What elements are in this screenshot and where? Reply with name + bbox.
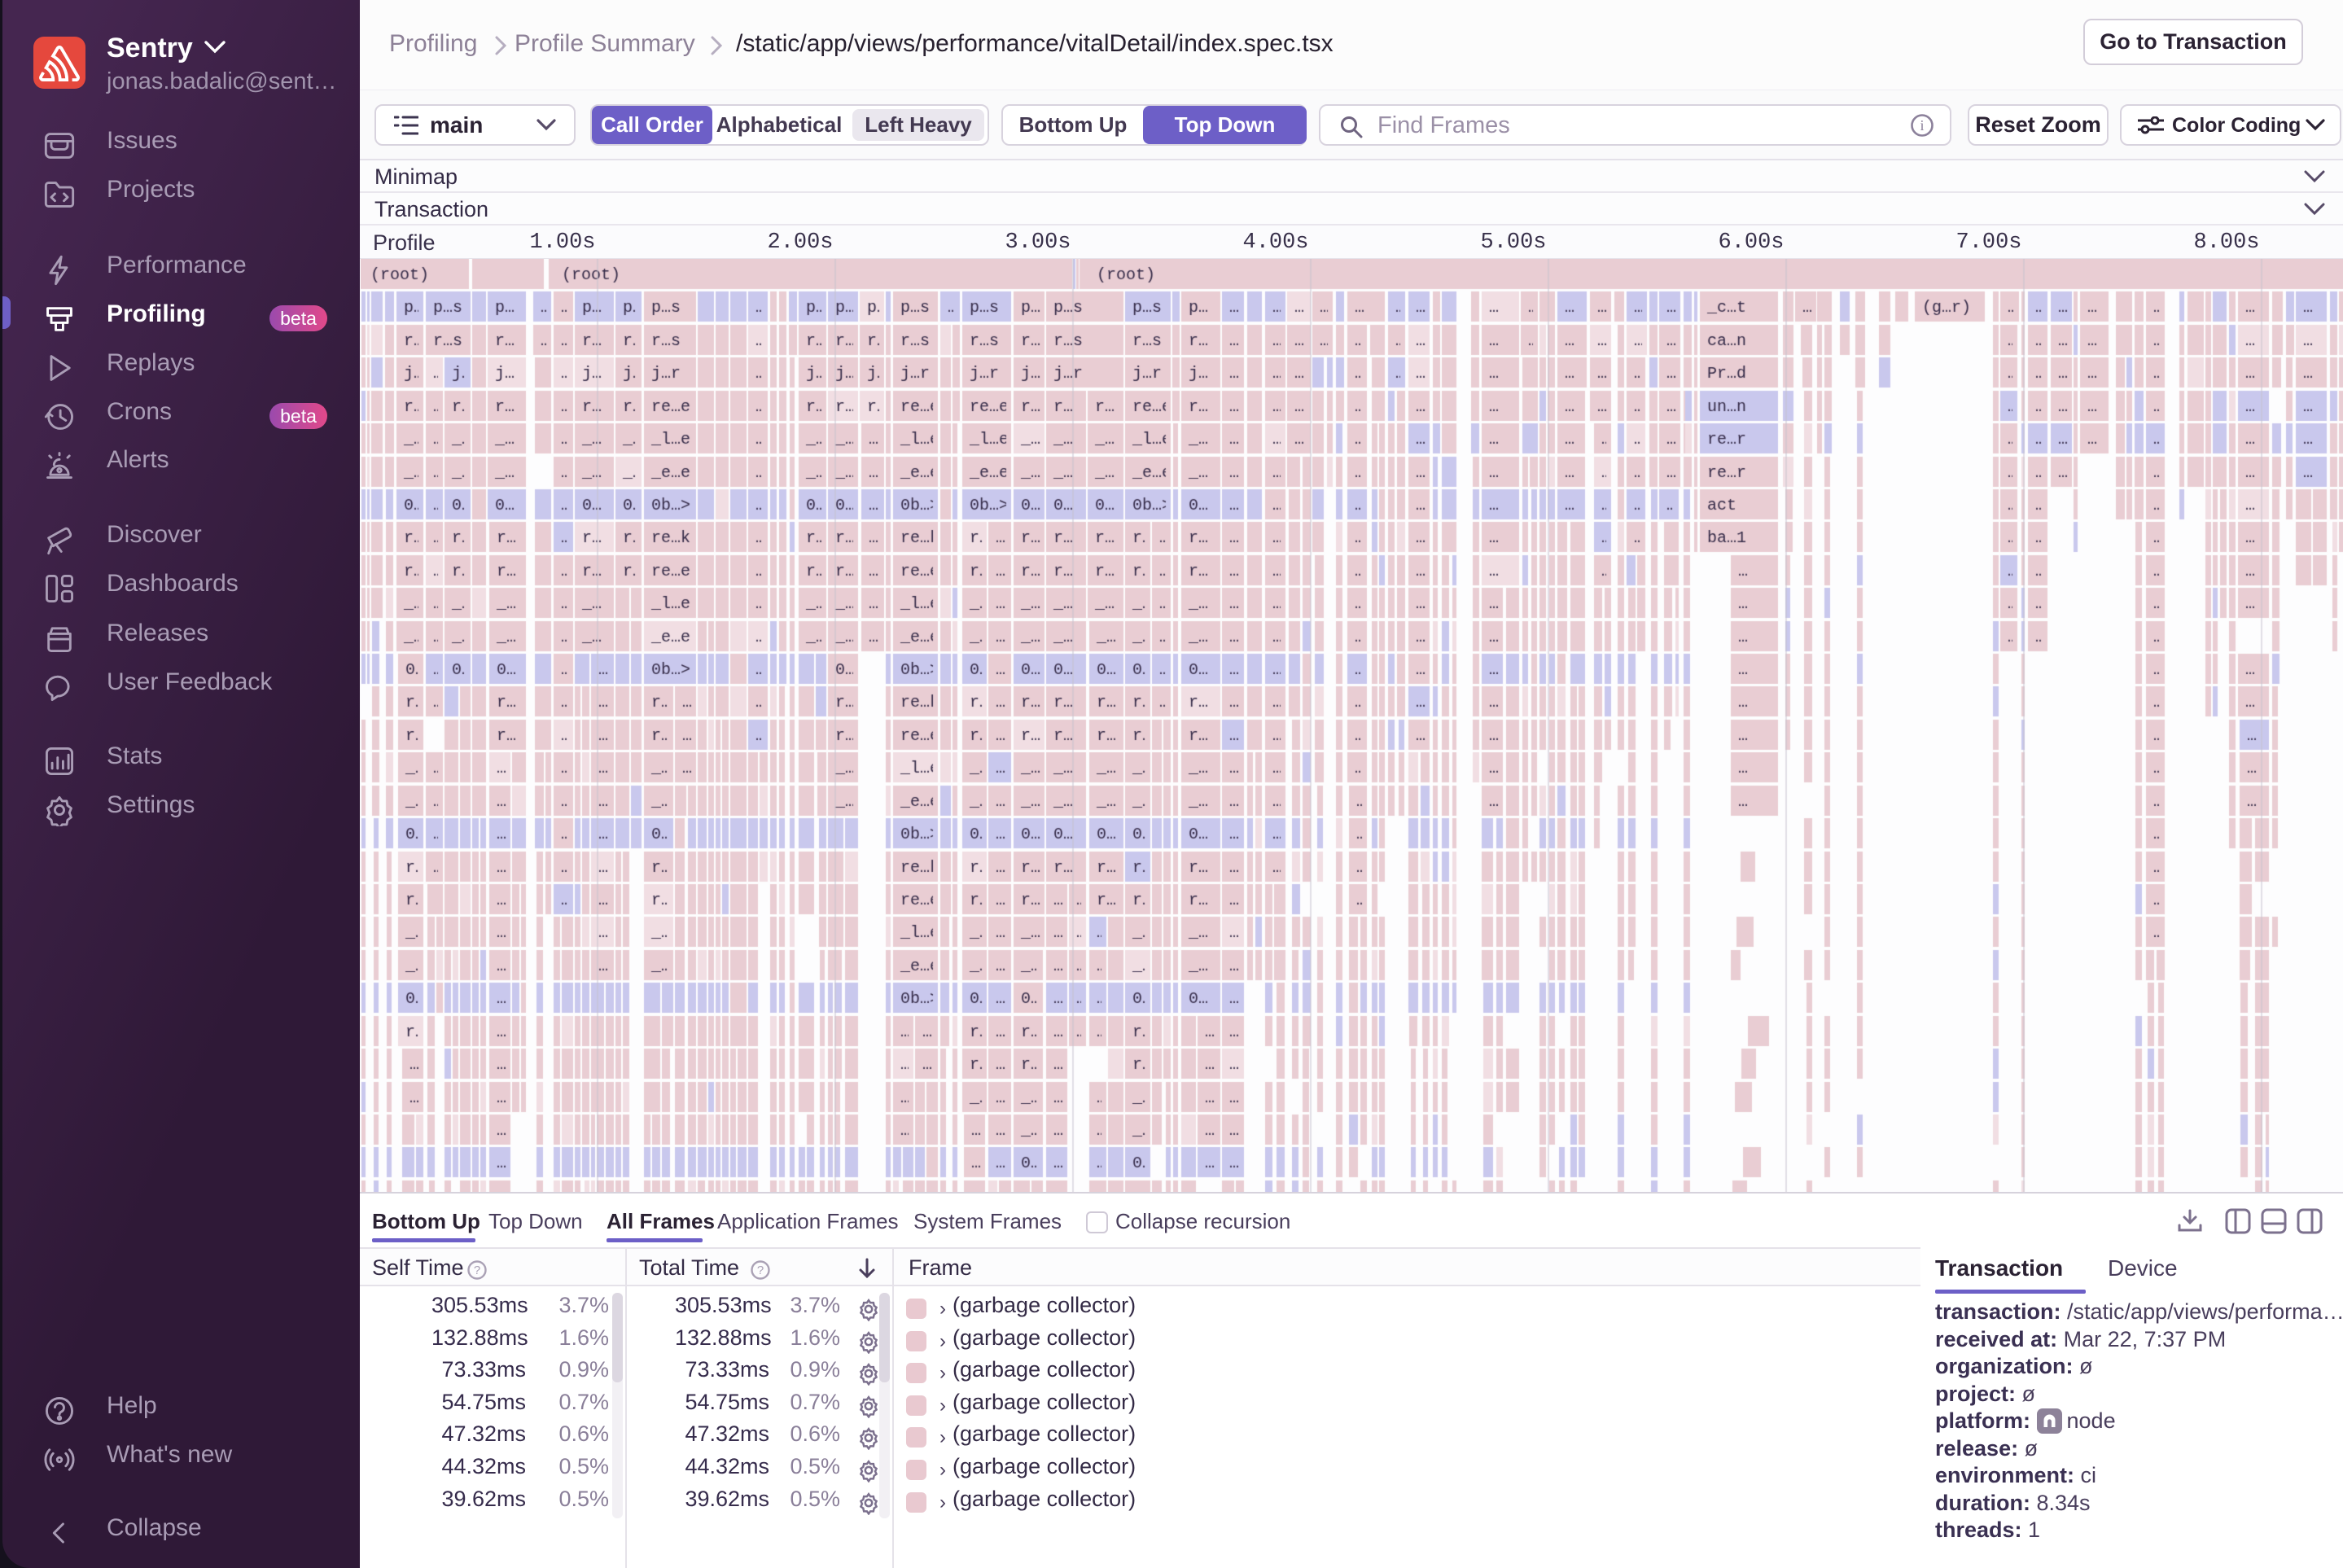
- svg-text:?: ?: [474, 1264, 480, 1277]
- svg-text:?: ?: [757, 1264, 764, 1277]
- svg-text:i: i: [1920, 117, 1924, 134]
